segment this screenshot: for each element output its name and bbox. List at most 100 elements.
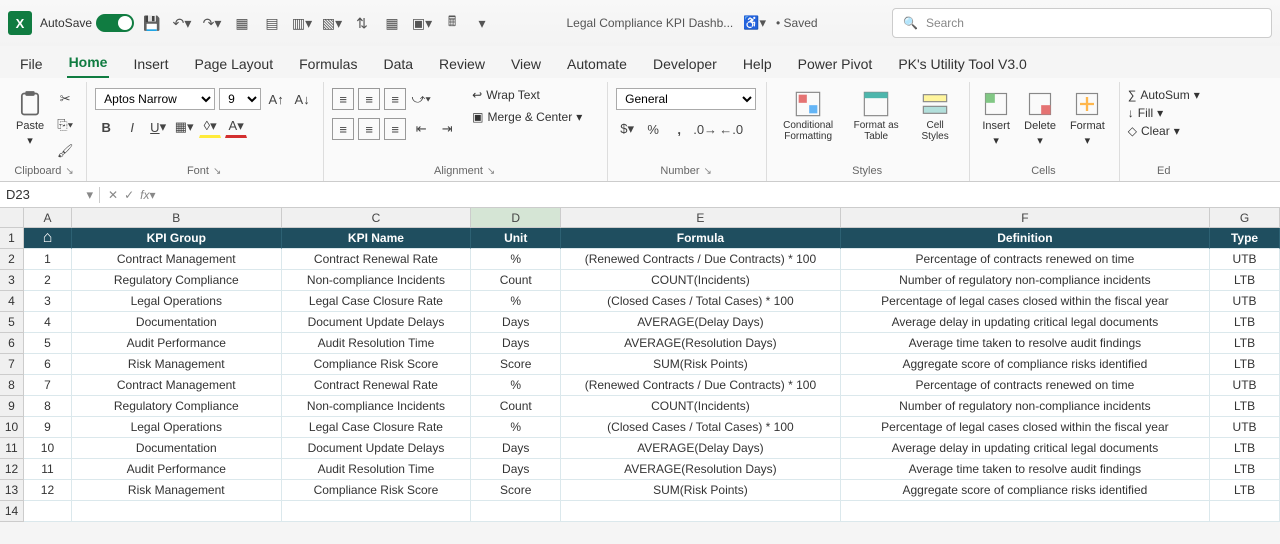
dialog-launcher-icon[interactable]: ↘ — [213, 166, 221, 177]
cell[interactable]: UTB — [1210, 291, 1280, 312]
row-number[interactable]: 4 — [0, 291, 24, 312]
col-header[interactable]: B — [72, 208, 282, 228]
row-number[interactable]: 12 — [0, 459, 24, 480]
cell[interactable]: Regulatory Compliance — [72, 396, 282, 417]
cell[interactable]: Compliance Risk Score — [282, 480, 472, 501]
accessibility-icon[interactable]: ♿▾ — [743, 15, 766, 31]
col-header[interactable]: D — [471, 208, 561, 228]
header-cell[interactable]: Type — [1210, 228, 1280, 249]
cell[interactable]: Legal Operations — [72, 291, 282, 312]
cell[interactable]: Days — [471, 459, 561, 480]
cell[interactable]: SUM(Risk Points) — [561, 354, 841, 375]
borders-icon[interactable]: ▦▾ — [173, 116, 195, 138]
cell[interactable]: Percentage of legal cases closed within … — [841, 417, 1210, 438]
align-bottom-icon[interactable]: ≡ — [384, 88, 406, 110]
tab-formulas[interactable]: Formulas — [297, 52, 359, 78]
number-format-select[interactable]: General — [616, 88, 756, 110]
cell[interactable]: 2 — [24, 270, 72, 291]
cell[interactable]: 7 — [24, 375, 72, 396]
table-icon[interactable]: ▦ — [382, 13, 402, 33]
align-left-icon[interactable]: ≡ — [332, 118, 354, 140]
cell[interactable]: Days — [471, 333, 561, 354]
fill-color-icon[interactable]: ◊▾ — [199, 116, 221, 138]
copy-icon[interactable]: ⎘▾ — [54, 114, 76, 136]
chart-icon[interactable]: ▧▾ — [322, 13, 342, 33]
cell[interactable]: Number of regulatory non-compliance inci… — [841, 270, 1210, 291]
cell[interactable]: 9 — [24, 417, 72, 438]
cell[interactable]: UTB — [1210, 375, 1280, 396]
underline-button[interactable]: U▾ — [147, 116, 169, 138]
align-top-icon[interactable]: ≡ — [332, 88, 354, 110]
align-middle-icon[interactable]: ≡ — [358, 88, 380, 110]
cell[interactable]: % — [471, 375, 561, 396]
fx-icon[interactable]: fx▾ — [140, 188, 155, 202]
row-number[interactable]: 9 — [0, 396, 24, 417]
toggle-on-icon[interactable] — [96, 14, 134, 32]
cell[interactable] — [282, 501, 472, 522]
cell[interactable]: LTB — [1210, 312, 1280, 333]
tab-review[interactable]: Review — [437, 52, 487, 78]
cell[interactable]: Non-compliance Incidents — [282, 396, 472, 417]
percent-icon[interactable]: % — [642, 118, 664, 140]
tab-help[interactable]: Help — [741, 52, 774, 78]
currency-icon[interactable]: $▾ — [616, 118, 638, 140]
cell[interactable]: Percentage of contracts renewed on time — [841, 375, 1210, 396]
increase-font-icon[interactable]: A↑ — [265, 88, 287, 110]
cell[interactable]: Non-compliance Incidents — [282, 270, 472, 291]
cell[interactable]: Regulatory Compliance — [72, 270, 282, 291]
autosum-button[interactable]: ∑AutoSum ▾ — [1128, 88, 1200, 102]
decrease-decimal-icon[interactable]: ←.0 — [720, 118, 742, 140]
cell[interactable]: Number of regulatory non-compliance inci… — [841, 396, 1210, 417]
merge-center-button[interactable]: ▣Merge & Center ▾ — [472, 110, 582, 124]
pivottable-icon[interactable]: ▣▾ — [412, 13, 432, 33]
cell[interactable]: LTB — [1210, 396, 1280, 417]
cell[interactable]: LTB — [1210, 480, 1280, 501]
cell[interactable]: SUM(Risk Points) — [561, 480, 841, 501]
cell[interactable]: 10 — [24, 438, 72, 459]
conditional-formatting-button[interactable]: Conditional Formatting — [775, 88, 841, 144]
align-center-icon[interactable]: ≡ — [358, 118, 380, 140]
row-number[interactable]: 3 — [0, 270, 24, 291]
align-right-icon[interactable]: ≡ — [384, 118, 406, 140]
tab-data[interactable]: Data — [381, 52, 415, 78]
cell[interactable]: Score — [471, 480, 561, 501]
tab-home[interactable]: Home — [67, 50, 110, 78]
row-number[interactable]: 6 — [0, 333, 24, 354]
cell[interactable]: Legal Case Closure Rate — [282, 417, 472, 438]
bold-button[interactable]: B — [95, 116, 117, 138]
cell[interactable]: Contract Renewal Rate — [282, 375, 472, 396]
cell[interactable] — [471, 501, 561, 522]
row-number[interactable]: 7 — [0, 354, 24, 375]
indent-decrease-icon[interactable]: ⇤ — [410, 118, 432, 140]
cell[interactable]: % — [471, 249, 561, 270]
cell[interactable]: Document Update Delays — [282, 312, 472, 333]
cell[interactable]: AVERAGE(Delay Days) — [561, 312, 841, 333]
cell[interactable]: Legal Operations — [72, 417, 282, 438]
tab-pk-s-utility-tool-v3-0[interactable]: PK's Utility Tool V3.0 — [896, 52, 1028, 78]
doc-title[interactable]: Legal Compliance KPI Dashb... — [567, 16, 734, 30]
name-box[interactable]: D23▾ — [0, 187, 100, 203]
cell[interactable]: Legal Case Closure Rate — [282, 291, 472, 312]
tab-page-layout[interactable]: Page Layout — [192, 52, 275, 78]
save-icon[interactable]: 💾 — [142, 13, 162, 33]
cell[interactable]: AVERAGE(Resolution Days) — [561, 333, 841, 354]
cell[interactable]: Compliance Risk Score — [282, 354, 472, 375]
more-icon[interactable]: ▾ — [472, 13, 492, 33]
cell[interactable]: 12 — [24, 480, 72, 501]
redo-icon[interactable]: ↷▾ — [202, 13, 222, 33]
camera-icon[interactable]: ▥▾ — [292, 13, 312, 33]
cell[interactable]: Aggregate score of compliance risks iden… — [841, 480, 1210, 501]
tab-view[interactable]: View — [509, 52, 543, 78]
dialog-launcher-icon[interactable]: ↘ — [487, 166, 495, 177]
delete-cells-button[interactable]: Delete▾ — [1020, 88, 1060, 149]
cell[interactable]: AVERAGE(Delay Days) — [561, 438, 841, 459]
format-as-table-button[interactable]: Format as Table — [847, 88, 905, 144]
undo-icon[interactable]: ↶▾ — [172, 13, 192, 33]
row-number[interactable]: 1 — [0, 228, 24, 249]
cell[interactable] — [841, 501, 1210, 522]
cell[interactable]: COUNT(Incidents) — [561, 270, 841, 291]
font-color-icon[interactable]: A▾ — [225, 116, 247, 138]
cell[interactable]: 1 — [24, 249, 72, 270]
tab-developer[interactable]: Developer — [651, 52, 719, 78]
font-name-select[interactable]: Aptos Narrow — [95, 88, 215, 110]
